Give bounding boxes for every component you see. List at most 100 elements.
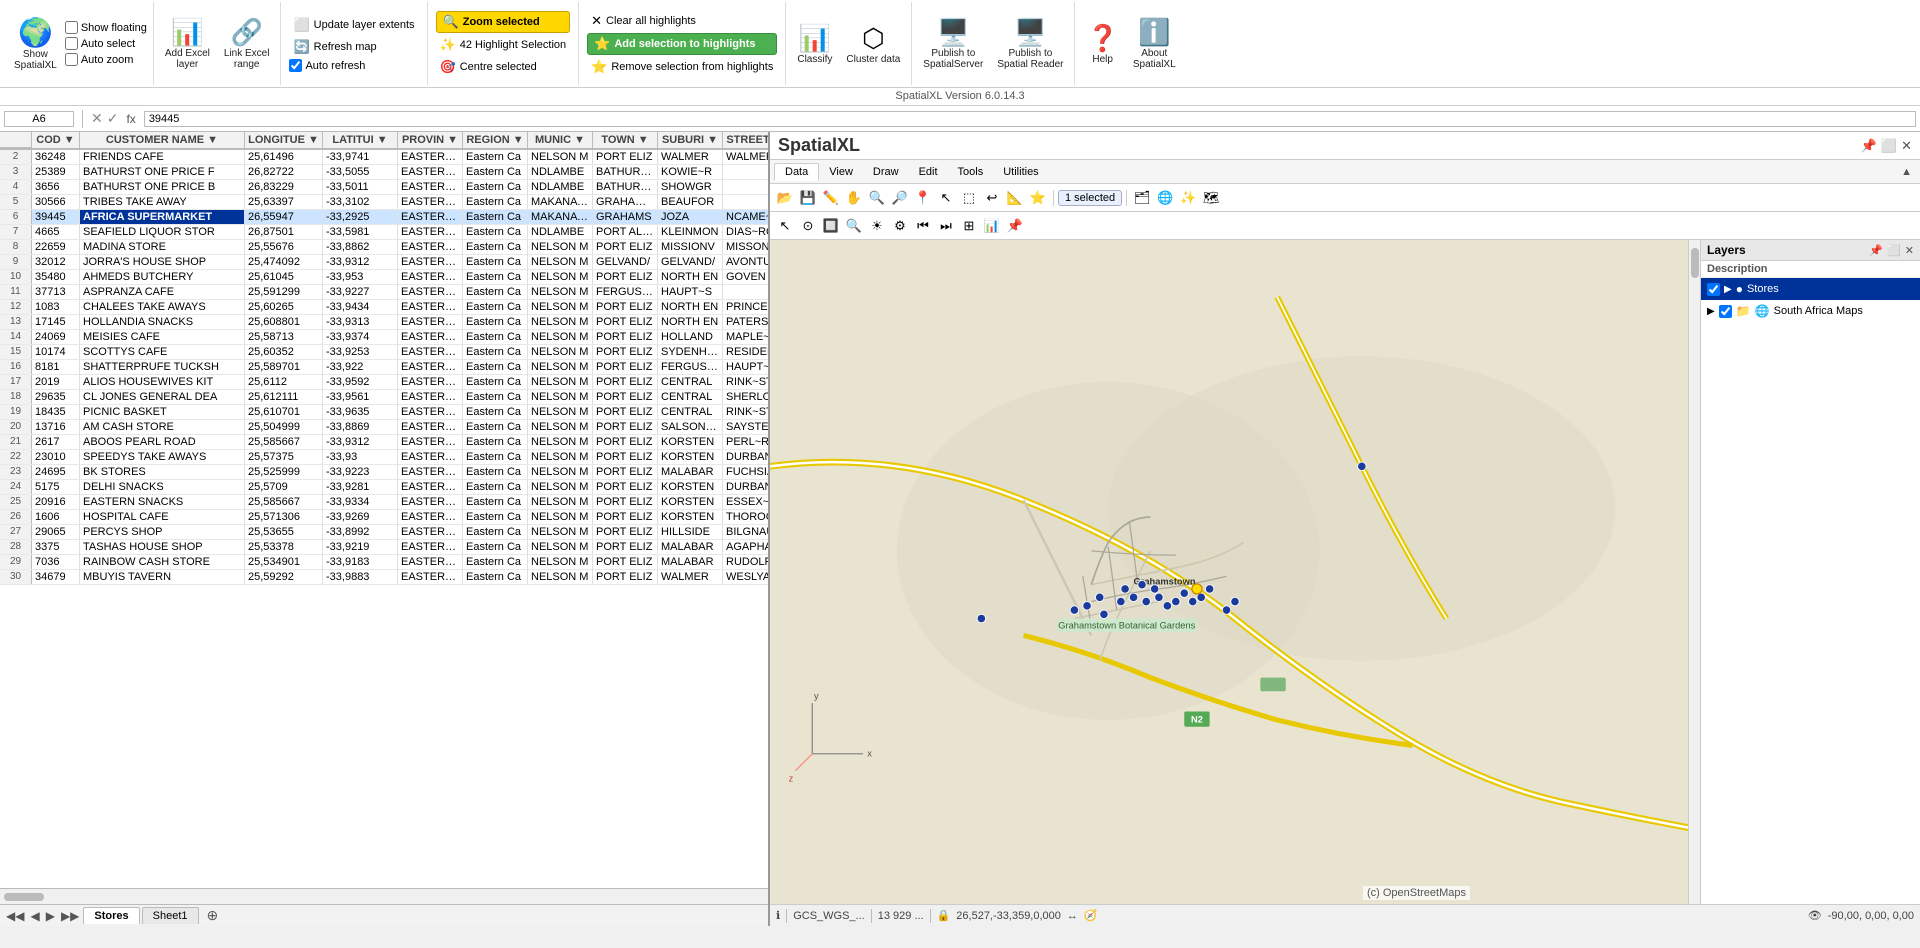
table-cell[interactable]: EASTERN C (398, 555, 463, 569)
table-cell[interactable]: BK STORES (80, 465, 245, 479)
map-tab-view[interactable]: View (819, 164, 863, 180)
table-cell[interactable]: -33,5981 (323, 225, 398, 239)
map-vscroll[interactable] (1688, 240, 1700, 904)
clear-all-highlights-btn[interactable]: ✕ Clear all highlights (587, 11, 777, 31)
table-cell[interactable]: SHOWGR (658, 180, 723, 194)
table-cell[interactable]: -33,8992 (323, 525, 398, 539)
table-cell[interactable]: PORT ELIZ (593, 510, 658, 524)
table-cell[interactable]: AFRICA SUPERMARKET (80, 210, 245, 224)
table-cell[interactable]: 25,53655 (245, 525, 323, 539)
table-cell[interactable]: 25,534901 (245, 555, 323, 569)
highlight-selection-btn[interactable]: ✨ 42 Highlight Selection (436, 35, 571, 55)
tool-zoom-in-icon[interactable]: 🔍 (866, 188, 888, 208)
table-row[interactable]: 236248FRIENDS CAFE25,61496-33,9741EASTER… (0, 150, 768, 165)
table-cell[interactable]: Eastern Ca (463, 480, 528, 494)
table-cell[interactable]: NELSON M (528, 285, 593, 299)
tool-pin-icon[interactable]: 📍 (912, 188, 934, 208)
table-cell[interactable]: NCAME~ (723, 210, 768, 224)
table-cell[interactable]: EASTERN C (398, 195, 463, 209)
tool-layer-icon[interactable]: 🗂 (1131, 188, 1153, 208)
table-cell[interactable]: 25,53378 (245, 540, 323, 554)
tool-cursor-icon[interactable]: ✏️ (820, 188, 842, 208)
table-cell[interactable]: 37713 (32, 285, 80, 299)
table-cell[interactable]: PORT ELIZ (593, 540, 658, 554)
table-cell[interactable]: ALIOS HOUSEWIVES KIT (80, 375, 245, 389)
table-cell[interactable]: PORT ELIZ (593, 270, 658, 284)
table-cell[interactable]: EASTERN C (398, 450, 463, 464)
table-cell[interactable]: DURBAN~ (723, 450, 768, 464)
table-cell[interactable]: BEAUFOR (658, 195, 723, 209)
map-tab-utilities[interactable]: Utilities (993, 164, 1048, 180)
table-cell[interactable] (723, 285, 768, 299)
tab-nav-right[interactable]: ▶▶ (59, 909, 81, 923)
table-row[interactable]: 639445AFRICA SUPERMARKET26,55947-33,2925… (0, 210, 768, 225)
map-tab-data[interactable]: Data (774, 163, 819, 181)
table-row[interactable]: 1317145HOLLANDIA SNACKS25,608801-33,9313… (0, 315, 768, 330)
table-cell[interactable]: Eastern Ca (463, 465, 528, 479)
table-cell[interactable]: NELSON M (528, 525, 593, 539)
table-cell[interactable]: Eastern Ca (463, 405, 528, 419)
centre-selected-btn[interactable]: 🎯 Centre selected (436, 57, 571, 77)
table-cell[interactable] (723, 165, 768, 179)
table-cell[interactable]: ABOOS PEARL ROAD (80, 435, 245, 449)
table-cell[interactable]: KORSTEN (658, 435, 723, 449)
table-cell[interactable]: NELSON M (528, 465, 593, 479)
table-cell[interactable]: ESSEX~ST (723, 495, 768, 509)
table-cell[interactable]: FUCHSIA~ (723, 465, 768, 479)
table-cell[interactable]: HAUPT~S (723, 360, 768, 374)
table-cell[interactable]: GOVEN M (723, 270, 768, 284)
table-cell[interactable]: DIAS~RO (723, 225, 768, 239)
status-info-icon[interactable]: ℹ (776, 909, 780, 922)
table-cell[interactable]: Eastern Ca (463, 510, 528, 524)
table-cell[interactable]: Eastern Ca (463, 150, 528, 164)
table-cell[interactable]: GELVAND/ (658, 255, 723, 269)
table-cell[interactable]: EASTERN C (398, 420, 463, 434)
tool-star-icon[interactable]: ⭐ (1027, 188, 1049, 208)
table-cell[interactable]: PORT ELIZ (593, 390, 658, 404)
table-cell[interactable]: 25,55676 (245, 240, 323, 254)
table-cell[interactable]: -33,9434 (323, 300, 398, 314)
table-cell[interactable]: KOWIE~R (658, 165, 723, 179)
table-cell[interactable]: Eastern Ca (463, 240, 528, 254)
table-cell[interactable]: -33,9741 (323, 150, 398, 164)
col-header-H[interactable]: TOWN ▼ (593, 132, 658, 148)
table-cell[interactable]: Eastern Ca (463, 525, 528, 539)
table-cell[interactable]: KORSTEN (658, 495, 723, 509)
table-cell[interactable]: TRIBES TAKE AWAY (80, 195, 245, 209)
table-cell[interactable]: TASHAS HOUSE SHOP (80, 540, 245, 554)
table-cell[interactable]: THOROG~ (723, 510, 768, 524)
table-cell[interactable]: AGAPHAN (723, 540, 768, 554)
table-cell[interactable]: 32012 (32, 255, 80, 269)
table-cell[interactable]: CL JONES GENERAL DEA (80, 390, 245, 404)
table-cell[interactable]: NORTH EN (658, 270, 723, 284)
table-cell[interactable]: Eastern Ca (463, 555, 528, 569)
table-cell[interactable]: MAPLE~F (723, 330, 768, 344)
table-row[interactable]: 74665SEAFIELD LIQUOR STOR26,87501-33,598… (0, 225, 768, 240)
table-cell[interactable]: MALABAR (658, 540, 723, 554)
table-cell[interactable]: 25,608801 (245, 315, 323, 329)
table-cell[interactable]: 7036 (32, 555, 80, 569)
auto-zoom-cb[interactable] (65, 53, 78, 66)
table-cell[interactable]: RESIDENT (723, 345, 768, 359)
table-cell[interactable]: 29635 (32, 390, 80, 404)
table-cell[interactable]: EASTERN C (398, 480, 463, 494)
table-cell[interactable]: WALMER (658, 570, 723, 584)
table-cell[interactable]: 39445 (32, 210, 80, 224)
table-cell[interactable]: EASTERN C (398, 315, 463, 329)
table-cell[interactable]: -33,922 (323, 360, 398, 374)
table-cell[interactable]: FERGUSON (658, 360, 723, 374)
col-header-B[interactable]: CUSTOMER NAME ▼ (80, 132, 245, 148)
table-row[interactable]: 1829635CL JONES GENERAL DEA25,612111-33,… (0, 390, 768, 405)
show-floating-cb[interactable] (65, 21, 78, 34)
table-cell[interactable]: 36248 (32, 150, 80, 164)
table-cell[interactable]: 35480 (32, 270, 80, 284)
map-restore-btn[interactable]: ⬜ (1881, 138, 1897, 154)
table-cell[interactable]: ASPRANZA CAFE (80, 285, 245, 299)
table-cell[interactable]: Eastern Ca (463, 420, 528, 434)
tool2-arrow-icon[interactable]: ↖ (774, 216, 796, 236)
table-cell[interactable]: NELSON M (528, 420, 593, 434)
tool2-prev-icon[interactable]: ⏮ (912, 216, 934, 236)
table-row[interactable]: 297036RAINBOW CASH STORE25,534901-33,918… (0, 555, 768, 570)
table-cell[interactable]: NELSON M (528, 315, 593, 329)
table-cell[interactable]: 25,610701 (245, 405, 323, 419)
